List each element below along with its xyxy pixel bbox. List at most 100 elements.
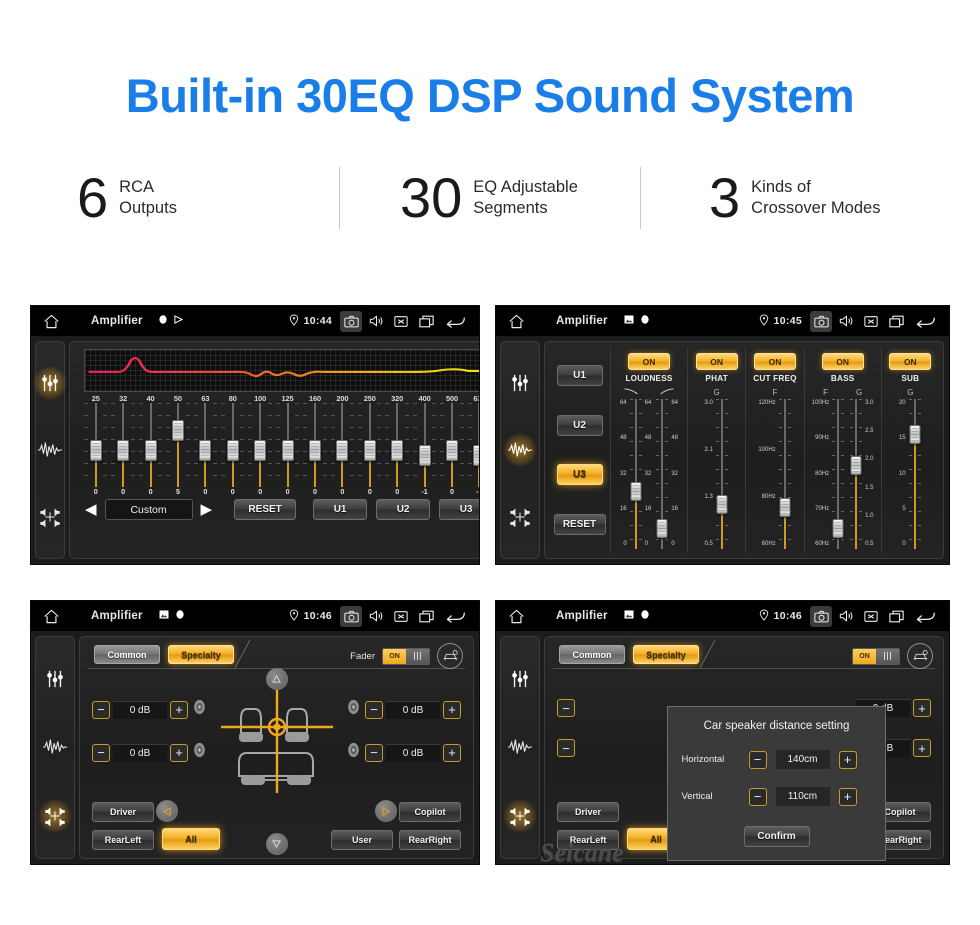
horizontal-plus-button[interactable]: + <box>838 750 857 769</box>
vertical-plus-button[interactable]: + <box>838 787 857 806</box>
balance-icon[interactable] <box>506 503 534 531</box>
camera-icon[interactable] <box>340 605 362 627</box>
eq-slider[interactable] <box>411 403 438 487</box>
sub-slider[interactable]: 20 15 10 5 0 <box>899 399 922 549</box>
balance-icon[interactable] <box>38 798 72 833</box>
recent-apps-icon[interactable] <box>885 606 907 627</box>
eq-slider[interactable] <box>137 403 164 487</box>
eq-slider[interactable] <box>164 403 191 487</box>
phat-on-button[interactable]: ON <box>695 353 738 370</box>
rear-left-minus-button[interactable]: − <box>92 743 110 762</box>
back-arrow-icon[interactable] <box>440 314 470 328</box>
home-icon[interactable] <box>508 609 542 624</box>
front-left-plus-button[interactable]: + <box>170 700 188 719</box>
eq-slider[interactable] <box>301 403 328 487</box>
preset-u1-button[interactable]: U1 <box>313 499 368 520</box>
recent-apps-icon[interactable] <box>885 311 907 332</box>
eq-sliders-icon[interactable] <box>506 665 534 693</box>
waveform-icon[interactable] <box>41 733 69 761</box>
bass-gain-slider[interactable]: 3.0 2.5 2.0 1.5 1.0 0.5 <box>849 399 874 549</box>
home-icon[interactable] <box>43 314 77 329</box>
volume-icon[interactable] <box>835 606 857 627</box>
eq-slider[interactable] <box>356 403 383 487</box>
front-left-minus-button[interactable]: − <box>92 700 110 719</box>
mute-icon[interactable] <box>390 606 412 627</box>
right-triangle-icon[interactable] <box>375 800 397 822</box>
waveform-icon[interactable] <box>506 733 534 761</box>
horizontal-minus-button[interactable]: − <box>748 750 767 769</box>
loudness-slider-2[interactable]: 64 48 32 16 0 <box>655 399 678 549</box>
right-triangle-icon[interactable]: ▶ <box>198 502 216 517</box>
front-right-plus-button[interactable]: + <box>443 700 461 719</box>
rear-right-minus-button[interactable]: − <box>365 743 383 762</box>
seat-driver-button[interactable]: Driver <box>92 802 154 822</box>
balance-icon[interactable] <box>503 798 537 833</box>
mute-icon[interactable] <box>860 311 882 332</box>
reset-button[interactable]: RESET <box>234 499 297 520</box>
cut-freq-on-button[interactable]: ON <box>753 353 796 370</box>
fader-toggle[interactable]: ON <box>382 647 430 665</box>
preset-u3-button[interactable]: U3 <box>556 464 603 486</box>
eq-preset-name[interactable]: Custom <box>104 499 193 520</box>
bass-on-button[interactable]: ON <box>821 353 864 370</box>
eq-slider[interactable] <box>82 403 109 487</box>
eq-slider[interactable] <box>274 403 301 487</box>
eq-slider[interactable] <box>383 403 410 487</box>
seat-copilot-button[interactable]: Copilot <box>399 802 461 822</box>
camera-icon[interactable] <box>810 605 832 627</box>
back-arrow-icon[interactable] <box>910 609 940 623</box>
volume-icon[interactable] <box>365 311 387 332</box>
rear-right-plus-button[interactable]: + <box>443 743 461 762</box>
vertical-minus-button[interactable]: − <box>748 787 767 806</box>
balance-icon[interactable] <box>36 503 64 531</box>
recent-apps-icon[interactable] <box>415 311 437 332</box>
back-arrow-icon[interactable] <box>440 609 470 623</box>
camera-icon[interactable] <box>810 310 832 332</box>
back-arrow-icon[interactable] <box>910 314 940 328</box>
loudness-on-button[interactable]: ON <box>628 353 670 370</box>
down-triangle-icon[interactable] <box>265 833 288 855</box>
eq-slider[interactable] <box>109 403 136 487</box>
mute-icon[interactable] <box>860 606 882 627</box>
sub-on-button[interactable]: ON <box>889 353 932 370</box>
left-triangle-icon[interactable]: ◀ <box>82 502 100 517</box>
eq-sliders-icon[interactable] <box>506 369 534 397</box>
cut-freq-slider[interactable]: 120Hz 100Hz 80Hz 60Hz <box>758 399 791 549</box>
camera-icon[interactable] <box>340 310 362 332</box>
seat-rearleft-button[interactable]: RearLeft <box>92 830 154 850</box>
volume-icon[interactable] <box>835 311 857 332</box>
preset-u1-button[interactable]: U1 <box>556 365 603 387</box>
reset-button[interactable]: RESET <box>553 513 606 535</box>
phat-slider[interactable]: 3.0 2.1 1.3 0.5 <box>704 399 728 549</box>
seat-all-button[interactable]: All <box>162 828 220 850</box>
home-icon[interactable] <box>508 314 542 329</box>
tab-common[interactable]: Common <box>94 645 160 664</box>
eq-slider[interactable] <box>246 403 273 487</box>
bass-freq-slider[interactable]: 100Hz 90Hz 80Hz 70Hz 60Hz <box>812 399 845 549</box>
recent-apps-icon[interactable] <box>415 606 437 627</box>
home-icon[interactable] <box>43 609 77 624</box>
left-triangle-icon[interactable] <box>156 800 178 822</box>
eq-slider[interactable] <box>329 403 356 487</box>
tab-specialty[interactable]: Specialty <box>168 645 234 664</box>
preset-u2-button[interactable]: U2 <box>376 499 431 520</box>
front-right-minus-button[interactable]: − <box>365 700 383 719</box>
rear-left-plus-button[interactable]: + <box>170 743 188 762</box>
seat-diagram[interactable] <box>209 675 345 803</box>
loudness-slider-1[interactable]: 64 48 32 16 0 64 48 32 16 0 <box>620 399 651 549</box>
eq-slider[interactable] <box>466 403 479 487</box>
eq-sliders-icon[interactable] <box>33 366 67 401</box>
preset-u3-button[interactable]: U3 <box>439 499 479 520</box>
car-settings-icon[interactable] <box>437 643 463 669</box>
eq-slider[interactable] <box>438 403 465 487</box>
eq-slider[interactable] <box>192 403 219 487</box>
waveform-icon[interactable] <box>36 436 64 464</box>
seat-rearright-button[interactable]: RearRight <box>399 830 461 850</box>
up-triangle-icon[interactable] <box>265 668 288 690</box>
eq-slider[interactable] <box>219 403 246 487</box>
mute-icon[interactable] <box>390 311 412 332</box>
volume-icon[interactable] <box>365 606 387 627</box>
confirm-button[interactable]: Confirm <box>743 826 810 847</box>
seat-user-button[interactable]: User <box>331 830 393 850</box>
eq-sliders-icon[interactable] <box>41 665 69 693</box>
